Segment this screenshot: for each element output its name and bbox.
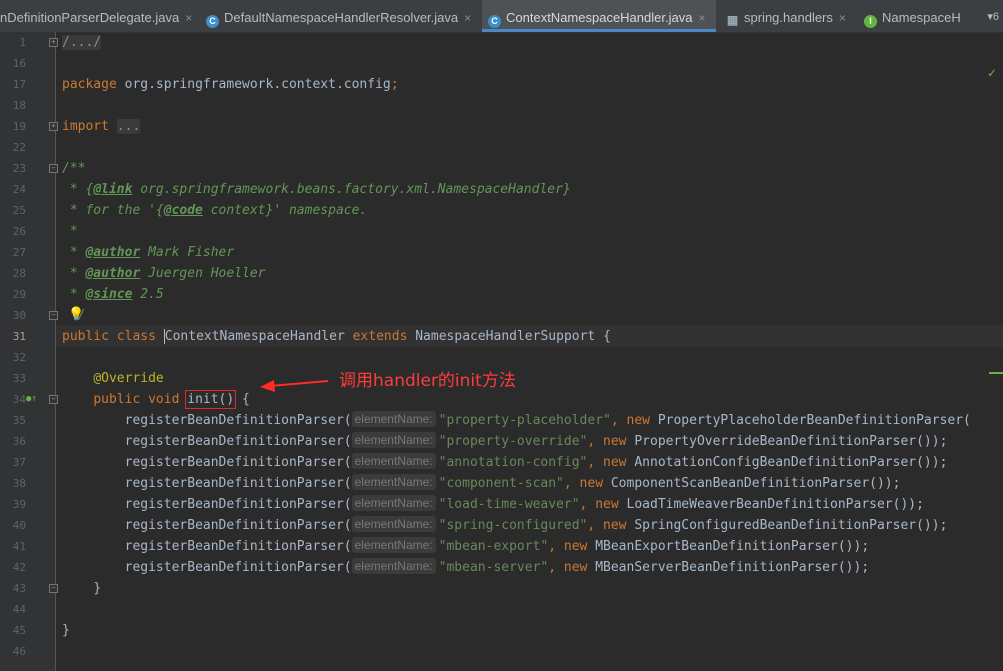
close-icon[interactable]: × xyxy=(698,11,705,25)
line-number: 42 xyxy=(12,561,26,574)
code-line-current: public class ContextNamespaceHandler ext… xyxy=(62,329,611,344)
line-number: 36 xyxy=(12,435,26,448)
close-icon[interactable]: × xyxy=(185,11,192,25)
code-line: registerBeanDefinitionParser(elementName… xyxy=(124,453,948,470)
line-number: 27 xyxy=(12,246,26,259)
caret-row-marker xyxy=(989,372,1003,374)
class-icon: C xyxy=(206,15,219,28)
inspection-ok-icon[interactable]: ✓ xyxy=(987,66,997,80)
line-number: 30 xyxy=(12,309,26,322)
code-line: * for the '{@code context}' namespace. xyxy=(62,203,368,218)
line-number: 38 xyxy=(12,477,26,490)
line-number: 1 xyxy=(19,36,26,49)
line-number: 16 xyxy=(12,57,26,70)
code-line: registerBeanDefinitionParser(elementName… xyxy=(124,411,971,428)
line-number: 17 xyxy=(12,78,26,91)
line-number: 24 xyxy=(12,183,26,196)
tab-label: spring.handlers xyxy=(744,10,833,25)
code-editor[interactable]: /.../ package org.springframework.contex… xyxy=(56,32,1003,671)
code-line: * @author Juergen Hoeller xyxy=(62,266,266,281)
folded-imports[interactable]: ... xyxy=(116,119,141,134)
annotation-callout: 调用handler的init方法 xyxy=(339,371,516,391)
tab-bean-definition-parser-delegate[interactable]: nDefinitionParserDelegate.java × xyxy=(0,0,198,32)
line-number: 40 xyxy=(12,519,26,532)
code-line: public void init() { xyxy=(93,390,250,409)
line-number: 29 xyxy=(12,288,26,301)
tab-default-namespace-handler-resolver[interactable]: C DefaultNamespaceHandlerResolver.java × xyxy=(200,0,478,32)
line-number: 26 xyxy=(12,225,26,238)
tab-label: nDefinitionParserDelegate.java xyxy=(0,10,180,25)
interface-icon: I xyxy=(864,15,877,28)
line-number: 44 xyxy=(12,603,26,616)
code-line: registerBeanDefinitionParser(elementName… xyxy=(124,558,870,575)
line-number: 25 xyxy=(12,204,26,217)
line-number: 28 xyxy=(12,267,26,280)
code-line: * @since 2.5 xyxy=(62,287,164,302)
code-line: } xyxy=(93,581,102,596)
code-line: import ... xyxy=(62,119,141,134)
override-method-icon[interactable]: ●↑ xyxy=(26,389,37,410)
line-number: 32 xyxy=(12,351,26,364)
parameter-hint: elementName: xyxy=(351,411,436,427)
properties-file-icon: ▦ xyxy=(726,13,739,27)
line-number: 22 xyxy=(12,141,26,154)
parameter-hint: elementName: xyxy=(351,558,436,574)
code-line: registerBeanDefinitionParser(elementName… xyxy=(124,495,924,512)
init-method-highlight: init() xyxy=(185,390,237,409)
tab-overflow-button[interactable]: ▾6 xyxy=(987,0,999,32)
parameter-hint: elementName: xyxy=(351,516,436,532)
line-number: 46 xyxy=(12,645,26,658)
parameter-hint: elementName: xyxy=(351,537,436,553)
tab-label: NamespaceH xyxy=(882,10,961,25)
class-icon: C xyxy=(488,15,501,28)
code-line: registerBeanDefinitionParser(elementName… xyxy=(124,474,901,491)
line-number: 35 xyxy=(12,414,26,427)
line-number-gutter: 1 16 17 18 19 22 23 24 25 26 27 28 29 30… xyxy=(0,32,58,671)
line-number: 33 xyxy=(12,372,26,385)
parameter-hint: elementName: xyxy=(351,453,436,469)
code-line: registerBeanDefinitionParser(elementName… xyxy=(124,516,948,533)
tab-context-namespace-handler[interactable]: C ContextNamespaceHandler.java × xyxy=(482,0,716,32)
code-line: registerBeanDefinitionParser(elementName… xyxy=(124,432,948,449)
parameter-hint: elementName: xyxy=(351,432,436,448)
tab-label: DefaultNamespaceHandlerResolver.java xyxy=(224,10,459,25)
tab-label: ContextNamespaceHandler.java xyxy=(506,10,693,25)
line-number: 19 xyxy=(12,120,26,133)
tab-namespace-handler[interactable]: I NamespaceH xyxy=(858,0,968,32)
parameter-hint: elementName: xyxy=(351,474,436,490)
code-line: registerBeanDefinitionParser(elementName… xyxy=(124,537,870,554)
line-number: 39 xyxy=(12,498,26,511)
line-number: 18 xyxy=(12,99,26,112)
code-line: * {@link org.springframework.beans.facto… xyxy=(62,182,571,197)
annotation-arrow-icon xyxy=(260,380,329,392)
line-number: 23 xyxy=(12,162,26,175)
folded-header[interactable]: /.../ xyxy=(62,35,102,50)
code-line: } xyxy=(62,623,70,638)
intention-bulb-icon[interactable]: 💡 xyxy=(68,307,84,322)
close-icon[interactable]: × xyxy=(464,11,471,25)
code-line: /** xyxy=(62,161,86,176)
close-icon[interactable]: × xyxy=(839,11,846,25)
line-number-current: 31 xyxy=(12,330,26,343)
code-line: * @author Mark Fisher xyxy=(62,245,235,260)
line-number: 37 xyxy=(12,456,26,469)
code-line: package org.springframework.context.conf… xyxy=(62,77,399,92)
code-line: * xyxy=(62,224,78,239)
editor-tab-bar: nDefinitionParserDelegate.java × C Default… xyxy=(0,0,1003,33)
code-line: /.../ xyxy=(62,32,102,53)
parameter-hint: elementName: xyxy=(351,495,436,511)
line-number: 34 xyxy=(12,393,26,406)
line-number: 45 xyxy=(12,624,26,637)
line-number: 43 xyxy=(12,582,26,595)
tab-spring-handlers[interactable]: ▦ spring.handlers × xyxy=(720,0,858,32)
line-number: 41 xyxy=(12,540,26,553)
code-line: @Override xyxy=(93,371,164,386)
